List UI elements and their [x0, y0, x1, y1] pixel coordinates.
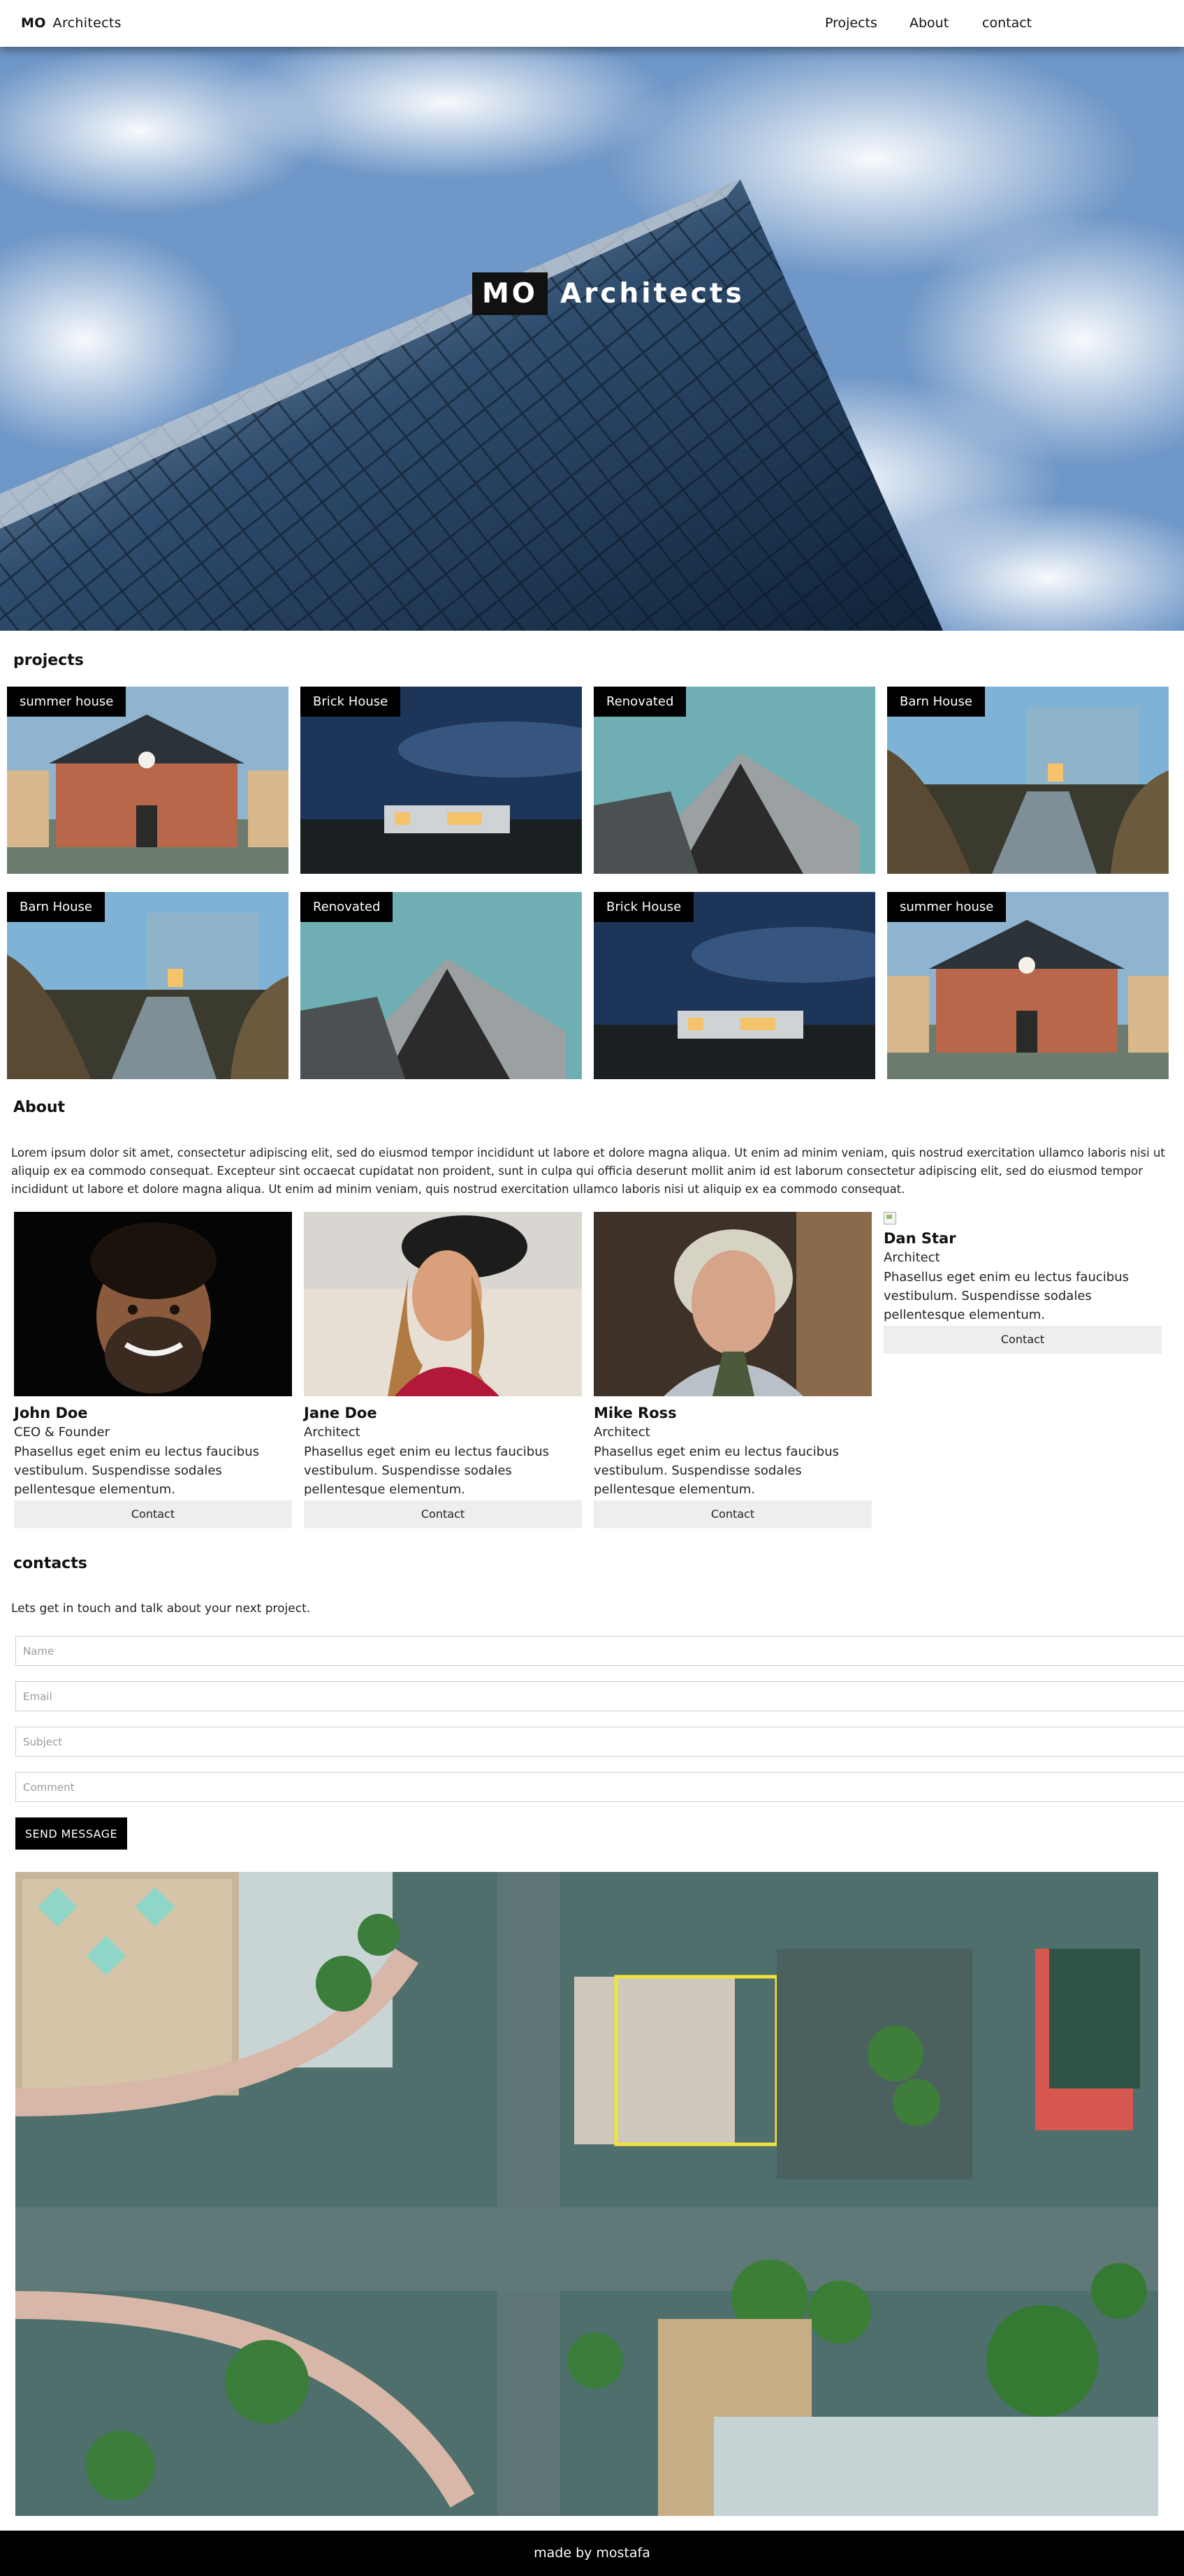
team-contact-button[interactable]: Contact [594, 1500, 872, 1528]
project-card[interactable]: Brick House [594, 892, 875, 1079]
hero-building-image [0, 47, 1184, 631]
team-member-name: Jane Doe [304, 1405, 377, 1421]
team-member-card: Mike Ross Architect Phasellus eget enim … [594, 1212, 872, 1528]
team-member-photo [14, 1212, 292, 1396]
project-card[interactable]: Renovated [300, 892, 582, 1079]
brand-mark: MO [21, 15, 46, 31]
team-member-photo [304, 1212, 582, 1396]
team-member-bio: Phasellus eget enim eu lectus faucibus v… [594, 1444, 839, 1497]
project-label: Renovated [594, 687, 687, 717]
team-member-bio: Phasellus eget enim eu lectus faucibus v… [14, 1444, 259, 1497]
project-label: summer house [887, 892, 1007, 922]
nav-link-projects[interactable]: Projects [825, 15, 877, 31]
brand-logo[interactable]: MO Architects [21, 15, 122, 31]
team-member-card: Jane Doe Architect Phasellus eget enim e… [304, 1212, 582, 1528]
team-contact-button[interactable]: Contact [14, 1500, 292, 1528]
team-member-name: Dan Star [884, 1230, 956, 1247]
team-member-photo [594, 1212, 872, 1396]
project-label: Barn House [7, 892, 105, 922]
project-label: Brick House [300, 687, 401, 717]
about-text: Lorem ipsum dolor sit amet, consectetur … [11, 1146, 1165, 1196]
project-label: Renovated [300, 892, 393, 922]
name-field[interactable] [15, 1636, 1184, 1666]
project-label: summer house [7, 687, 126, 717]
projects-heading: projects [13, 652, 84, 669]
team-member-card: Dan Star Architect Phasellus eget enim e… [884, 1212, 1162, 1354]
team-member-bio: Phasellus eget enim eu lectus faucibus v… [884, 1270, 1129, 1322]
hero-mark: MO [472, 272, 548, 315]
contacts-heading: contacts [13, 1555, 87, 1572]
project-label: Brick House [594, 892, 694, 922]
nav-link-about[interactable]: About [909, 15, 949, 31]
brand-name: Architects [52, 15, 122, 31]
comment-field[interactable] [15, 1772, 1184, 1802]
send-message-button[interactable]: SEND MESSAGE [15, 1817, 127, 1850]
team-member-role: Architect [594, 1425, 650, 1440]
project-label: Barn House [887, 687, 986, 717]
project-card[interactable]: Barn House [7, 892, 288, 1079]
project-card[interactable]: summer house [7, 687, 288, 874]
email-field[interactable] [15, 1681, 1184, 1711]
team-contact-button[interactable]: Contact [304, 1500, 582, 1528]
team-member-role: CEO & Founder [14, 1425, 110, 1440]
project-card[interactable]: summer house [887, 892, 1169, 1079]
team-member-name: John Doe [14, 1405, 88, 1421]
team-member-bio: Phasellus eget enim eu lectus faucibus v… [304, 1444, 549, 1497]
hero-title-text: Architects [560, 277, 745, 309]
nav-link-contact[interactable]: contact [982, 15, 1032, 31]
hero-banner: MO Architects [0, 47, 1184, 631]
project-card[interactable]: Renovated [594, 687, 875, 874]
team-member-card: John Doe CEO & Founder Phasellus eget en… [14, 1212, 292, 1528]
subject-field[interactable] [15, 1727, 1184, 1757]
team-contact-button[interactable]: Contact [884, 1326, 1162, 1354]
project-card[interactable]: Barn House [887, 687, 1169, 874]
broken-image-icon [884, 1212, 896, 1224]
team-member-role: Architect [304, 1425, 360, 1440]
navbar: MO Architects Projects About contact [0, 0, 1184, 47]
footer: made by mostafa [0, 2531, 1184, 2576]
project-card[interactable]: Brick House [300, 687, 582, 874]
hero-title: MO Architects [472, 269, 745, 318]
team-member-name: Mike Ross [594, 1405, 677, 1421]
contact-lead-text: Lets get in touch and talk about your ne… [11, 1602, 311, 1616]
aerial-city-image [15, 1872, 1158, 2516]
team-member-role: Architect [884, 1250, 940, 1265]
about-heading: About [13, 1099, 66, 1116]
